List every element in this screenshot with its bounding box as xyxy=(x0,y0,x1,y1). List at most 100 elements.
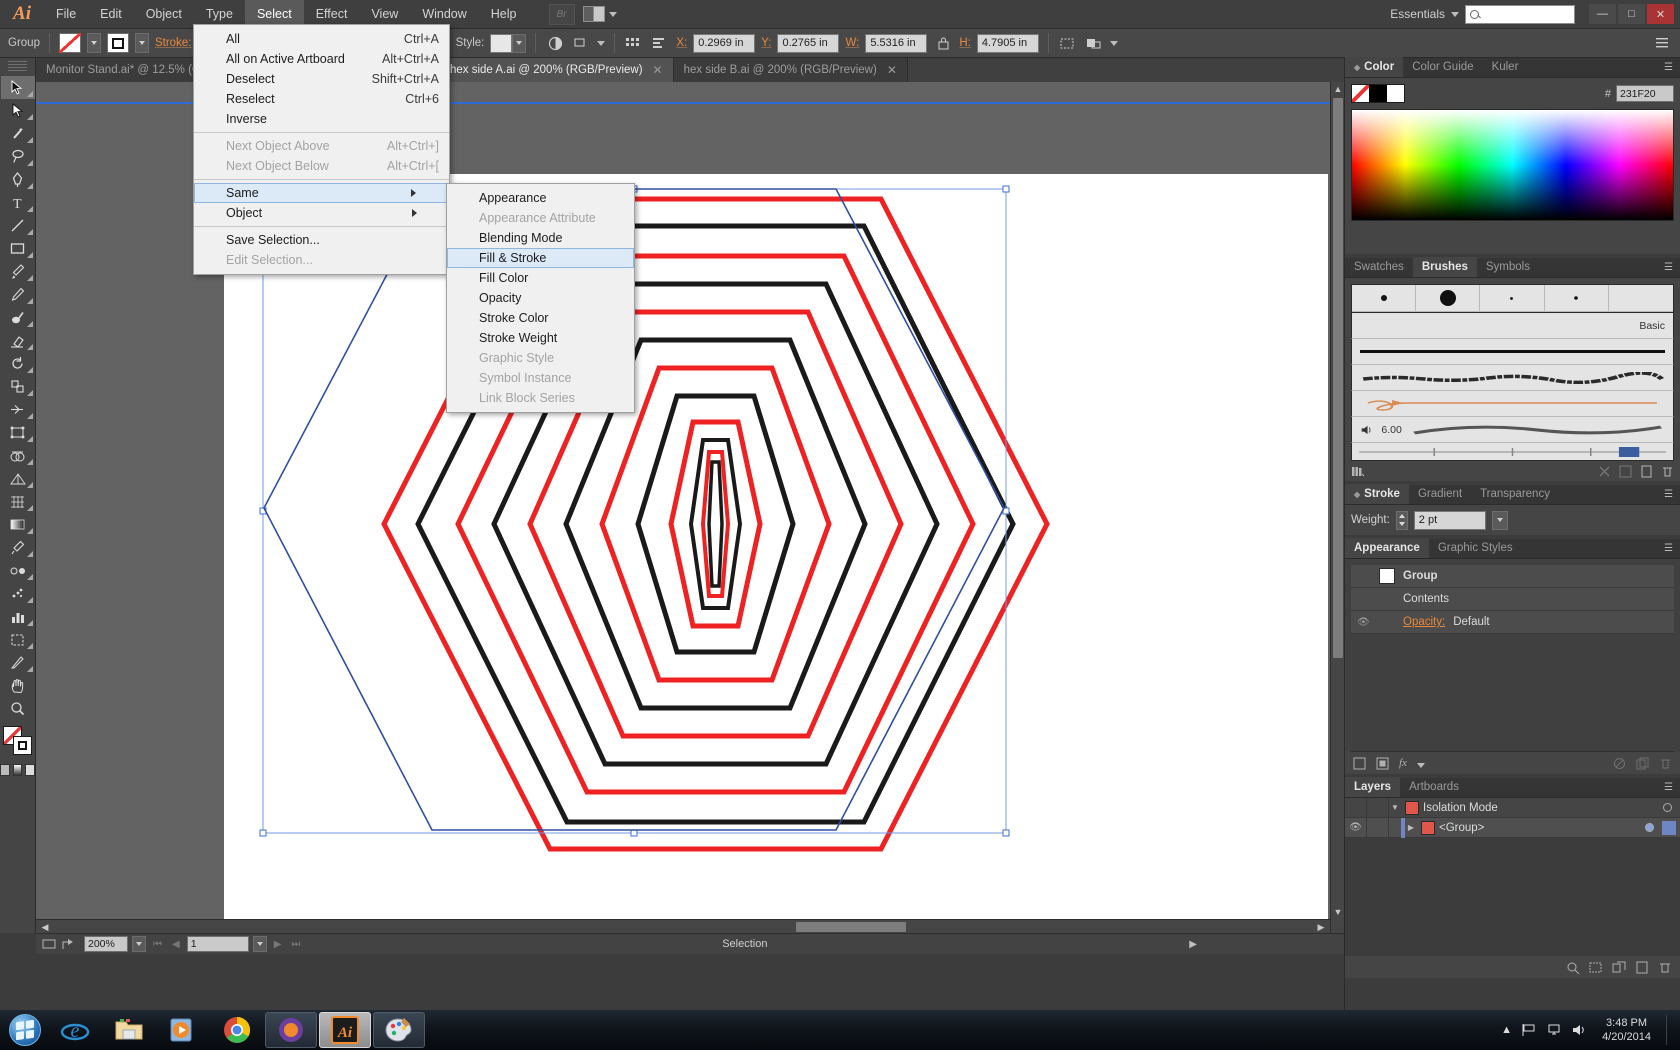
make-clipping-mask-icon[interactable] xyxy=(1589,961,1603,974)
rectangle-tool[interactable] xyxy=(1,237,35,260)
network-icon[interactable] xyxy=(1546,1023,1562,1037)
scroll-right-icon[interactable]: ▶ xyxy=(1314,922,1328,933)
shape-builder-tool[interactable] xyxy=(1,444,35,467)
none-mode-icon[interactable] xyxy=(25,764,35,776)
tab-transparency[interactable]: Transparency xyxy=(1471,484,1559,504)
status-chevron-icon[interactable]: ▶ xyxy=(1186,939,1200,950)
stroke-dropdown-icon[interactable] xyxy=(135,33,149,53)
effect-chevron-icon[interactable] xyxy=(1417,763,1425,768)
transform-icon[interactable] xyxy=(571,33,591,53)
scroll-down-icon[interactable]: ▼ xyxy=(1331,907,1344,917)
brush-empty[interactable] xyxy=(1609,285,1673,312)
brush-slider-row[interactable] xyxy=(1351,443,1674,461)
delete-layer-icon[interactable] xyxy=(1658,961,1672,974)
brush-size-slider[interactable] xyxy=(1356,446,1669,458)
chip-none[interactable] xyxy=(1352,85,1369,102)
remove-brush-stroke-icon[interactable] xyxy=(1598,465,1611,478)
submenu-item-blending-mode[interactable]: Blending Mode xyxy=(447,228,634,248)
taskbar-adobe-illustrator[interactable]: Ai xyxy=(319,1012,371,1048)
menu-help[interactable]: Help xyxy=(479,0,529,29)
horizontal-scroll-thumb[interactable] xyxy=(796,922,906,932)
free-transform-tool[interactable] xyxy=(1,421,35,444)
transform-chevron-icon[interactable] xyxy=(597,41,605,46)
layer-name[interactable]: Isolation Mode xyxy=(1423,802,1654,814)
brush-dot-small[interactable] xyxy=(1352,285,1416,312)
workspace-label[interactable]: Essentials xyxy=(1390,7,1445,21)
arrange-documents-icon[interactable] xyxy=(583,6,605,22)
tab-appearance[interactable]: Appearance xyxy=(1345,538,1429,558)
taskbar-purple-app[interactable] xyxy=(265,1012,317,1048)
layer-name[interactable]: <Group> xyxy=(1439,822,1636,834)
menu-item-same[interactable]: Same xyxy=(194,183,449,203)
menu-item-reselect[interactable]: Reselect Ctrl+6 xyxy=(194,89,449,109)
lock-toggle[interactable] xyxy=(1367,798,1389,818)
isolate-group-icon[interactable] xyxy=(1058,33,1078,53)
workspace-chevron-icon[interactable] xyxy=(1451,12,1459,17)
symbol-sprayer-tool[interactable] xyxy=(1,582,35,605)
duplicate-item-icon[interactable] xyxy=(1636,757,1649,770)
eraser-tool[interactable] xyxy=(1,329,35,352)
chevron-down-icon[interactable] xyxy=(609,12,617,17)
tab-swatches[interactable]: Swatches xyxy=(1345,257,1413,277)
tab-color-guide[interactable]: Color Guide xyxy=(1403,57,1482,77)
menu-item-all[interactable]: All Ctrl+A xyxy=(194,29,449,49)
flag-icon[interactable] xyxy=(1521,1023,1537,1037)
taskbar-google-chrome[interactable] xyxy=(211,1012,263,1048)
layer-row-group[interactable]: 👁 ▶ <Group> xyxy=(1345,818,1680,838)
artboard-number-input[interactable]: 1 xyxy=(187,936,249,952)
close-button[interactable]: ✕ xyxy=(1647,4,1674,24)
column-graph-tool[interactable] xyxy=(1,605,35,628)
doc-tab-hex-side-b[interactable]: hex side B.ai @ 200% (RGB/Preview) ✕ xyxy=(674,58,908,82)
brush-dot-tiny[interactable] xyxy=(1480,285,1544,312)
perspective-grid-tool[interactable] xyxy=(1,467,35,490)
tab-symbols[interactable]: Symbols xyxy=(1477,257,1539,277)
taskbar-media-player[interactable] xyxy=(157,1012,209,1048)
brush-libraries-icon[interactable] xyxy=(1351,465,1366,478)
same-submenu[interactable]: Appearance Appearance Attribute Blending… xyxy=(446,183,635,413)
eye-icon[interactable]: 👁 xyxy=(1357,617,1371,628)
appearance-row-opacity[interactable]: 👁 Opacity: Default xyxy=(1351,611,1674,634)
brush-stroke-row[interactable] xyxy=(1351,339,1674,365)
lasso-tool[interactable] xyxy=(1,145,35,168)
direct-selection-tool[interactable] xyxy=(1,99,35,122)
taskbar-paint-app[interactable] xyxy=(373,1012,425,1048)
layer-target-indicator[interactable] xyxy=(1654,803,1680,812)
stroke-swatch[interactable] xyxy=(107,33,129,53)
delete-item-icon[interactable] xyxy=(1659,757,1672,770)
tab-kuler[interactable]: Kuler xyxy=(1483,57,1528,77)
device-preview-icon[interactable] xyxy=(42,938,57,951)
chip-white[interactable] xyxy=(1387,85,1404,102)
vertical-scroll-thumb[interactable] xyxy=(1333,98,1343,658)
control-panel-menu-icon[interactable] xyxy=(1652,33,1672,53)
scroll-left-icon[interactable]: ◀ xyxy=(38,922,52,933)
menu-edit[interactable]: Edit xyxy=(88,0,134,29)
draw-mode-chevron-icon[interactable] xyxy=(1110,41,1118,46)
style-field[interactable] xyxy=(490,34,526,53)
h-value[interactable]: 4.7905 in xyxy=(977,34,1039,53)
show-desktop-button[interactable] xyxy=(1666,1015,1674,1045)
color-mode-icon[interactable] xyxy=(0,764,10,776)
close-icon[interactable]: ✕ xyxy=(653,63,663,77)
menu-item-inverse[interactable]: Inverse xyxy=(194,109,449,129)
group-swatch[interactable] xyxy=(1379,568,1395,584)
selection-tool[interactable] xyxy=(1,76,35,99)
tab-artboards[interactable]: Artboards xyxy=(1400,777,1468,797)
hex-value-input[interactable]: 231F20 xyxy=(1616,85,1674,102)
add-new-fill-icon[interactable] xyxy=(1376,757,1389,770)
brush-grid[interactable] xyxy=(1351,284,1674,313)
search-input[interactable] xyxy=(1465,5,1575,24)
appearance-row-contents[interactable]: Contents xyxy=(1351,588,1674,611)
appearance-panel-menu-icon[interactable]: ☰ xyxy=(1664,543,1676,555)
show-hidden-icons-icon[interactable]: ▲ xyxy=(1501,1024,1512,1036)
first-page-icon[interactable]: ⏮ xyxy=(150,939,165,950)
zoom-chevron-icon[interactable] xyxy=(132,936,146,952)
submenu-item-stroke-weight[interactable]: Stroke Weight xyxy=(447,328,634,348)
select-menu-dropdown[interactable]: All Ctrl+A All on Active Artboard Alt+Ct… xyxy=(193,24,450,275)
pencil-tool[interactable] xyxy=(1,283,35,306)
toolbox-grip[interactable] xyxy=(8,61,27,73)
layer-row-isolation-mode[interactable]: ▼ Isolation Mode xyxy=(1345,798,1680,818)
fill-swatch[interactable] xyxy=(59,33,81,53)
menu-item-all-on-active-artboard[interactable]: All on Active Artboard Alt+Ctrl+A xyxy=(194,49,449,69)
color-chips[interactable] xyxy=(1351,84,1405,103)
y-value[interactable]: 0.2765 in xyxy=(777,34,839,53)
